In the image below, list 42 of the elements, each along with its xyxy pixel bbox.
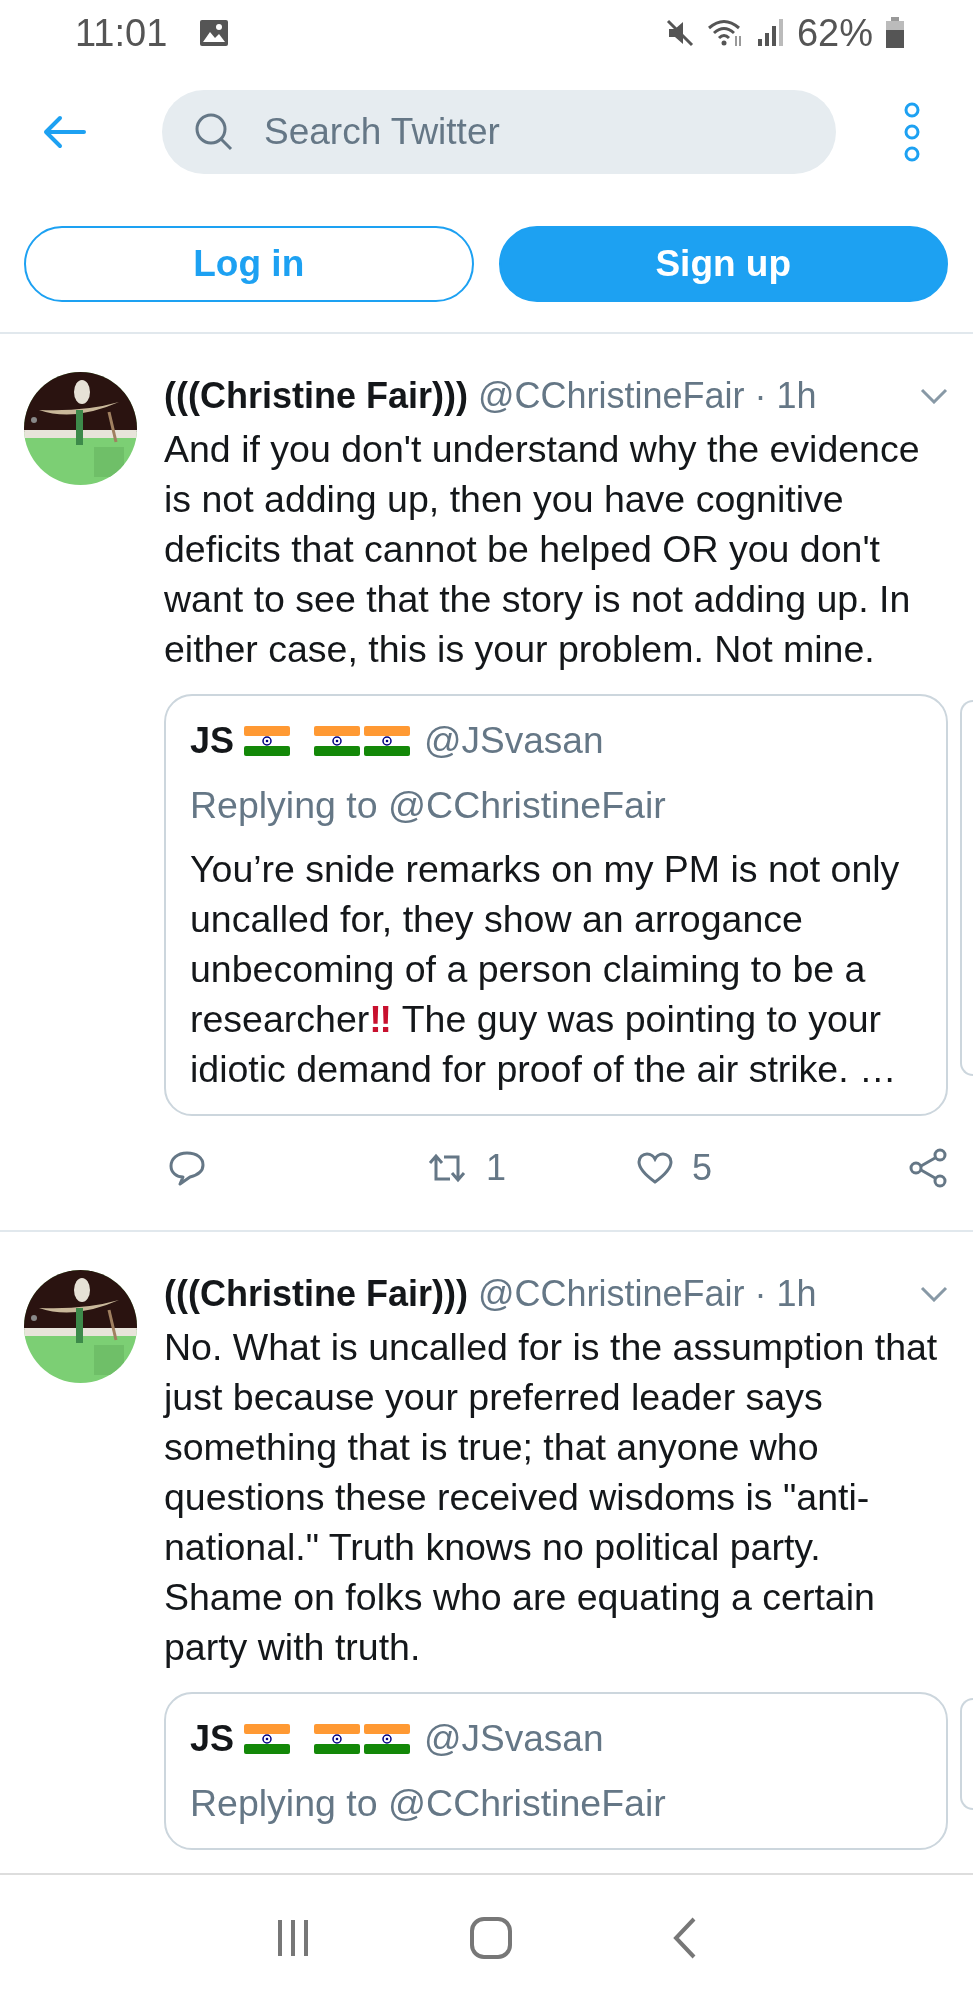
image-icon <box>199 19 230 47</box>
back-arrow-icon[interactable] <box>42 115 86 149</box>
india-flag-icon <box>244 1724 291 1754</box>
quoted-tweet-card[interactable] <box>164 694 948 1116</box>
quoted-tweet-text: You’re snide remarks on my PM is not only uncalled for, they show an arrogance unbecoming of a person claiming to be a researcher‼ The guy was pointing to your idiotic demand for proof of the air strike. … <box>190 847 901 1092</box>
tweet-text: No. What is uncalled for is the assumption that just because your preferred leader says something that is true; that anyone who questions these received wisdoms is "anti-national." Truth knows no political party. Shame on folks who are equating a certain party with truth. <box>164 1325 939 1670</box>
heart-icon[interactable] <box>636 1151 675 1185</box>
chevron-down-icon[interactable] <box>920 388 948 404</box>
author-name[interactable]: (((Christine Fair))) <box>164 375 468 417</box>
tweet-text: And if you don't understand why the evidence is not adding up, then you have cognitive deficits that cannot be helped OR you don't want to see that the story is not adding up. In either case, this is your problem. Not mine. <box>164 427 921 672</box>
india-flag-icon <box>364 1724 411 1754</box>
quoted-author-handle: @JSvasan <box>424 1718 604 1760</box>
india-flag-icon <box>364 726 411 756</box>
more-options-icon[interactable] <box>902 102 922 162</box>
retweet-icon[interactable] <box>426 1151 468 1185</box>
india-flag-icon <box>314 1724 361 1754</box>
like-count: 5 <box>692 1147 713 1189</box>
india-flag-icon <box>314 726 361 756</box>
replying-to-text: Replying to @CChristineFair <box>190 783 667 828</box>
quoted-tweet-card[interactable]: JS @JSvasan Replying to @CChristineFair <box>164 1692 948 1850</box>
share-icon[interactable] <box>908 1148 948 1188</box>
status-time: 11:01 <box>75 11 168 55</box>
author-name[interactable]: (((Christine Fair))) <box>164 1273 468 1315</box>
home-icon[interactable] <box>468 1915 513 1960</box>
chevron-down-icon[interactable] <box>920 1286 948 1302</box>
quoted-author-name: JS <box>190 720 235 762</box>
recent-apps-icon[interactable] <box>275 1917 310 1958</box>
battery-level: 62% <box>796 11 873 55</box>
india-flag-icon <box>244 726 291 756</box>
signal-icon <box>756 18 785 48</box>
search-icon <box>194 112 234 152</box>
quoted-author-handle: @JSvasan <box>424 720 604 762</box>
reply-icon[interactable] <box>168 1150 206 1186</box>
replying-to-text: Replying to @CChristineFair <box>190 1781 667 1826</box>
retweet-count: 1 <box>486 1147 507 1189</box>
mute-icon <box>664 18 695 48</box>
battery-icon <box>885 17 905 49</box>
author-handle: @CChristineFair · 1h <box>478 1273 817 1315</box>
back-icon[interactable] <box>671 1915 698 1960</box>
quoted-author-name: JS <box>190 1718 235 1760</box>
author-handle: @CChristineFair · 1h <box>478 375 817 417</box>
search-field[interactable]: Search Twitter <box>162 90 836 174</box>
